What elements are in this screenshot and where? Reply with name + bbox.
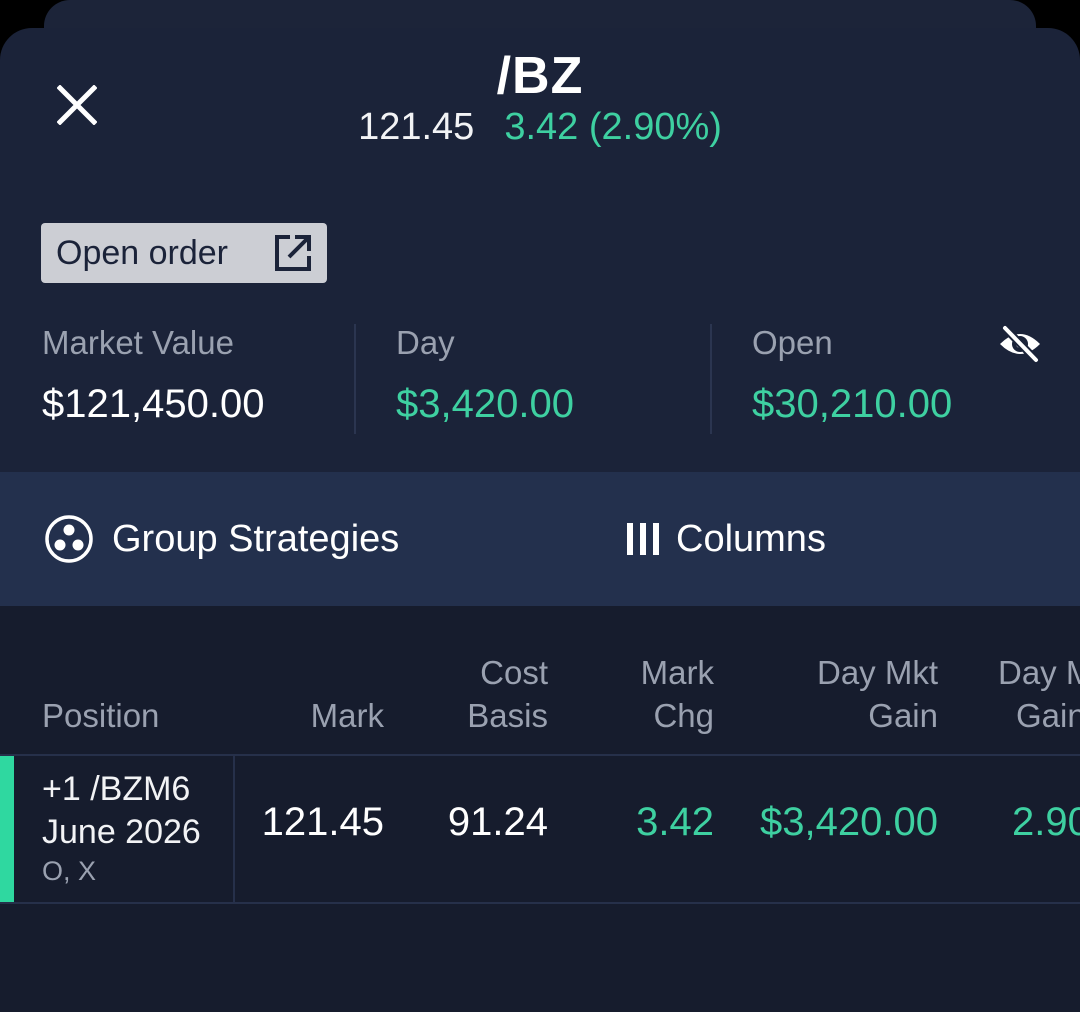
position-detail-sheet: /BZ 121.45 3.42 (2.90%) Open order Market… [0, 28, 1080, 1012]
header-line: Basis [467, 697, 548, 734]
group-strategies-icon [45, 515, 93, 563]
symbol-title: /BZ [496, 47, 584, 105]
columns-icon [627, 523, 659, 555]
header-line: Cost [480, 654, 548, 691]
market-value: $121,450.00 [42, 382, 265, 426]
header-line: Gain [1016, 697, 1080, 734]
header-line: Mark [640, 654, 714, 691]
column-header-mark-chg[interactable]: Mark Chg [641, 651, 714, 737]
columns-button[interactable]: Columns [626, 472, 826, 606]
hide-values-icon[interactable] [996, 324, 1044, 364]
header-line: Day Mkt [816, 654, 938, 691]
header-line: Day M [998, 654, 1080, 691]
cell-day-pct-gain: 2.90 [1012, 800, 1080, 844]
open-order-label: Open order [56, 233, 228, 272]
positions-toolbar: Group Strategies Columns [0, 472, 1080, 606]
header-line: Chg [653, 697, 714, 734]
cell-cost-basis: 91.24 [447, 800, 548, 844]
day-label: Day [396, 324, 455, 361]
quote-line: 121.45 3.42 (2.90%) [0, 106, 1080, 149]
row-divider [233, 756, 235, 902]
column-header-day-mkt-gain[interactable]: Day Mkt Gain [817, 651, 938, 737]
market-value-label: Market Value [42, 324, 234, 361]
divider [710, 324, 712, 434]
columns-label: Columns [676, 517, 826, 560]
group-strategies-label: Group Strategies [112, 517, 400, 560]
positions-table: Position Mark Cost Basis Mark Chg Day Mk… [0, 606, 1080, 1012]
cell-mark-chg: 3.42 [636, 800, 714, 844]
position-flags: O, X [42, 856, 97, 886]
position-symbol: +1 /BZM6 [42, 770, 191, 808]
row-divider [0, 902, 1080, 904]
open-value: $30,210.00 [752, 382, 953, 426]
price-change: 3.42 (2.90%) [504, 106, 722, 148]
cell-mark: 121.45 [261, 800, 384, 844]
column-header-position[interactable]: Position [42, 694, 159, 737]
position-expiry: June 2026 [42, 813, 201, 851]
open-label: Open [752, 324, 833, 361]
last-price: 121.45 [358, 106, 475, 148]
column-header-cost-basis[interactable]: Cost Basis [467, 651, 548, 737]
day-value: $3,420.00 [396, 382, 574, 426]
column-header-mark[interactable]: Mark [311, 694, 384, 737]
divider [354, 324, 356, 434]
header-divider [0, 754, 1080, 756]
column-header-day-pct-gain[interactable]: Day M Gain [998, 651, 1080, 737]
cell-day-mkt-gain: $3,420.00 [760, 800, 938, 844]
header-line: Gain [868, 697, 938, 734]
group-strategies-button[interactable]: Group Strategies [44, 472, 399, 606]
row-status-bar [0, 756, 14, 902]
external-link-icon [275, 235, 311, 271]
open-order-button[interactable]: Open order [41, 223, 327, 283]
